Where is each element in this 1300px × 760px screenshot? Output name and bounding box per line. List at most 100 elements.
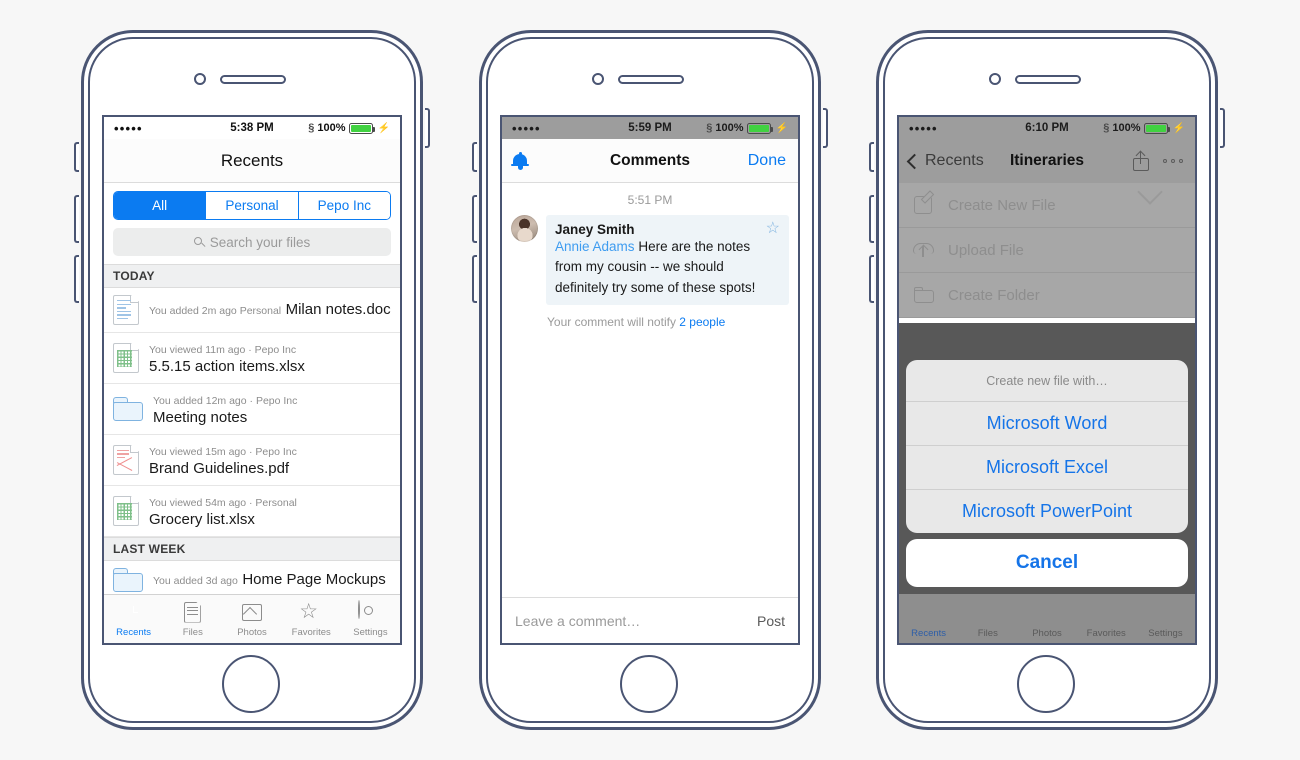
doc-file-icon (113, 295, 139, 325)
charging-bolt-icon: ⚡ (377, 122, 390, 134)
comment-timestamp: 5:51 PM (627, 193, 673, 207)
section-header-last-week: LAST WEEK (104, 537, 400, 561)
earpiece-speaker (220, 75, 286, 84)
battery-icon (348, 122, 375, 134)
volume-up-button[interactable] (472, 195, 477, 243)
nav-bar: Recents (104, 139, 400, 183)
volume-up-button[interactable] (869, 195, 874, 243)
mute-switch[interactable] (472, 142, 477, 172)
notify-count-link[interactable]: 2 people (679, 315, 725, 329)
table-row[interactable]: You added 2m ago Personal Milan notes.do… (104, 288, 400, 333)
phone-recents: ••••• 5:38 PM § 100% ⚡ Recents All Perso… (74, 30, 430, 730)
charging-bolt-icon: ⚡ (1172, 122, 1185, 134)
row-filename: Milan notes.doc (285, 301, 391, 318)
dropdown-item-upload-file[interactable]: Upload File (899, 228, 1195, 273)
notify-prefix: Your comment will notify (547, 314, 680, 329)
cancel-button[interactable]: Cancel (906, 539, 1188, 587)
dim-tab-recents: Recents (911, 628, 947, 639)
section-header-today: TODAY (104, 264, 400, 288)
dim-tab-favorites: Favorites (1086, 628, 1126, 639)
gear-icon (358, 599, 382, 625)
comment-composer[interactable]: Leave a comment… Post (502, 597, 798, 643)
scope-segmented-control[interactable]: All Personal Pepo Inc (113, 191, 391, 220)
front-camera-icon (989, 73, 1001, 85)
notifications-button[interactable] (511, 151, 529, 170)
upload-file-icon (913, 239, 935, 261)
front-camera-icon (194, 73, 206, 85)
page-title: Itineraries (1009, 152, 1085, 169)
action-microsoft-excel[interactable]: Microsoft Excel (906, 446, 1188, 490)
photo-icon (240, 601, 264, 625)
xlsx-file-icon (113, 496, 139, 526)
table-row[interactable]: You viewed 15m ago · Pepo Inc Brand Guid… (104, 435, 400, 486)
tab-label: Files (182, 626, 203, 638)
power-button[interactable] (823, 108, 828, 148)
wireframe-canvas: ••••• 5:38 PM § 100% ⚡ Recents All Perso… (0, 0, 1300, 760)
volume-down-button[interactable] (869, 255, 874, 303)
dim-tab-files: Files (977, 628, 998, 639)
battery-percent: 100% (715, 122, 744, 134)
segment-personal[interactable]: Personal (206, 192, 299, 219)
power-button[interactable] (425, 108, 430, 148)
bell-icon (511, 151, 529, 170)
dropdown-label: Create New File (948, 196, 1056, 214)
avatar (511, 215, 538, 242)
star-outline-icon[interactable]: ☆ (766, 221, 780, 237)
table-row[interactable]: You viewed 11m ago · Pepo Inc 5.5.15 act… (104, 333, 400, 384)
mute-switch[interactable] (74, 142, 79, 172)
row-filename: Brand Guidelines.pdf (149, 460, 290, 477)
table-row[interactable]: You added 12m ago · Pepo Inc Meeting not… (104, 384, 400, 435)
dropdown-item-create-folder[interactable]: Create Folder (899, 273, 1195, 318)
row-filename: Meeting notes (153, 409, 248, 426)
screen-itineraries: ••••• 6:10 PM § 100% ⚡ Recents Itinerari… (897, 115, 1197, 645)
earpiece-speaker (618, 75, 684, 84)
post-button[interactable]: Post (757, 613, 785, 629)
power-button[interactable] (1220, 108, 1225, 148)
tab-files[interactable]: Files (163, 601, 222, 638)
tab-bar: Recents Files Photos ☆ Favorites Setting… (104, 594, 400, 643)
create-new-file-icon (913, 194, 935, 216)
dim-tab-settings: Settings (1148, 628, 1183, 639)
row-meta: You viewed 54m ago · Personal (149, 497, 297, 509)
share-icon[interactable] (1132, 150, 1149, 171)
mute-switch[interactable] (869, 142, 874, 172)
tab-photos[interactable]: Photos (222, 601, 281, 638)
comment-item: Janey Smith ☆ Annie Adams Here are the n… (511, 215, 789, 305)
phone-comments: ••••• 5:59 PM § 100% ⚡ Comments Done 5:5… (472, 30, 828, 730)
table-row[interactable]: You viewed 54m ago · Personal Grocery li… (104, 486, 400, 537)
search-input[interactable]: Search your files (113, 228, 391, 256)
nav-bar: Recents Itineraries (899, 139, 1195, 183)
star-icon: ☆ (299, 599, 319, 623)
clock-icon (122, 601, 146, 625)
charging-bolt-icon: ⚡ (775, 122, 788, 134)
segment-all[interactable]: All (114, 192, 207, 219)
search-placeholder: Search your files (209, 234, 311, 250)
home-button[interactable] (620, 655, 678, 713)
status-bar: ••••• 6:10 PM § 100% ⚡ (899, 117, 1195, 139)
segment-pepo-inc[interactable]: Pepo Inc (298, 192, 390, 219)
bluetooth-icon: § (1103, 122, 1110, 134)
home-button[interactable] (222, 655, 280, 713)
bluetooth-icon: § (308, 122, 315, 134)
volume-down-button[interactable] (74, 255, 79, 303)
action-sheet-title: Create new file with… (906, 360, 1188, 402)
done-button[interactable]: Done (748, 152, 786, 170)
back-button[interactable]: Recents (906, 152, 984, 170)
dim-tab-photos: Photos (1032, 628, 1062, 639)
more-dots-icon[interactable] (1162, 158, 1183, 164)
volume-down-button[interactable] (472, 255, 477, 303)
action-microsoft-powerpoint[interactable]: Microsoft PowerPoint (906, 490, 1188, 533)
row-meta: You added 12m ago · Pepo Inc (153, 395, 298, 407)
action-microsoft-word[interactable]: Microsoft Word (906, 402, 1188, 446)
volume-up-button[interactable] (74, 195, 79, 243)
row-meta: You viewed 11m ago · Pepo Inc (149, 344, 297, 356)
tab-label: Recents (116, 626, 152, 638)
dimmed-tab-bar: Recents Files Photos Favorites Settings (899, 594, 1195, 643)
home-button[interactable] (1017, 655, 1075, 713)
mention-link[interactable]: Annie Adams (555, 239, 635, 254)
tab-label: Settings (353, 626, 388, 638)
tab-recents[interactable]: Recents (104, 601, 163, 638)
tab-favorites[interactable]: ☆ Favorites (282, 599, 341, 638)
comment-input-placeholder[interactable]: Leave a comment… (515, 613, 757, 629)
tab-settings[interactable]: Settings (341, 599, 400, 638)
